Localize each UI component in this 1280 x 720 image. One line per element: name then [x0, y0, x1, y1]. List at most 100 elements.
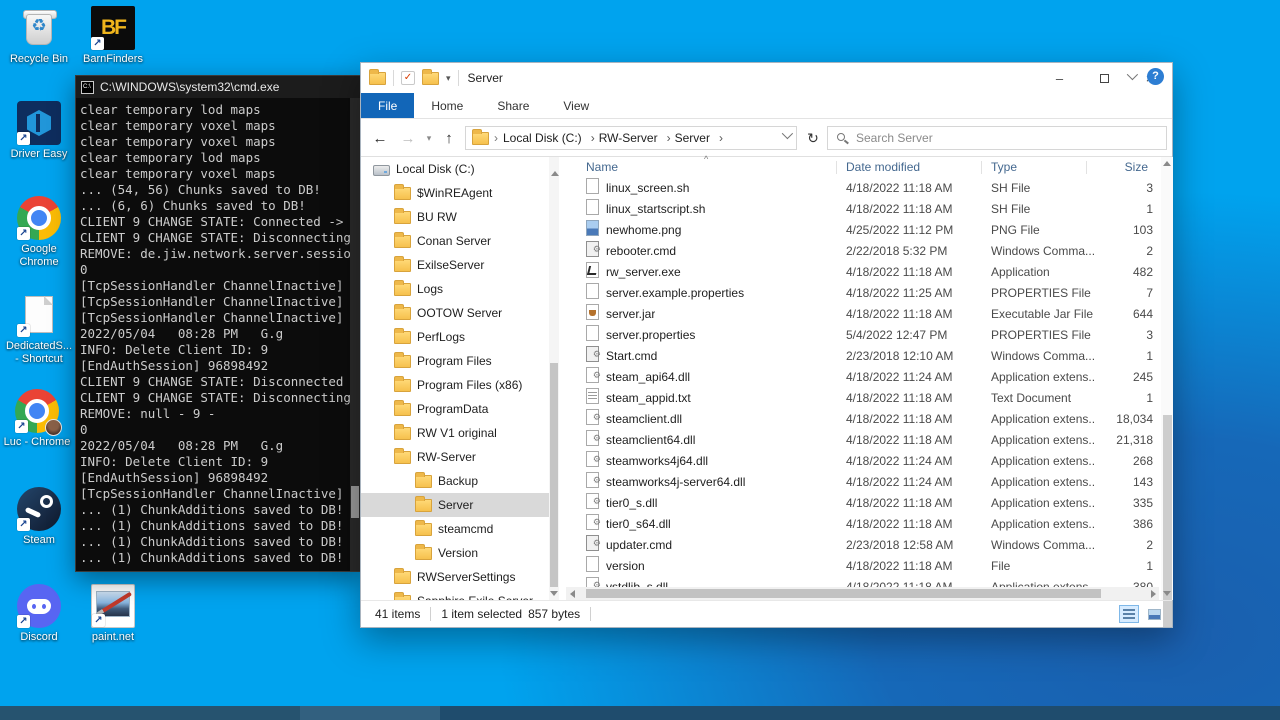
search-input[interactable] — [828, 127, 1166, 149]
file-row[interactable]: linux_screen.sh 4/18/2022 11:18 AM SH Fi… — [566, 178, 1161, 199]
details-view-icon — [1123, 609, 1135, 620]
file-row[interactable]: steam_appid.txt 4/18/2022 11:18 AM Text … — [566, 388, 1161, 409]
file-row[interactable]: rw_server.exe 4/18/2022 11:18 AM Applica… — [566, 262, 1161, 283]
file-name: steam_api64.dll — [606, 367, 690, 388]
refresh-button[interactable]: ↻ — [801, 119, 825, 157]
cmd-scrollbar-thumb[interactable] — [351, 486, 359, 518]
thumbnails-view-button[interactable] — [1144, 605, 1164, 623]
column-header-date[interactable]: Date modified — [846, 157, 920, 178]
maximize-button[interactable] — [1082, 63, 1127, 93]
tree-item[interactable]: steamcmd — [361, 517, 549, 541]
tree-item[interactable]: Server — [361, 493, 549, 517]
tree-item[interactable]: ExilseServer — [361, 253, 549, 277]
scroll-up-icon[interactable] — [1161, 157, 1173, 170]
address-dropdown-icon[interactable] — [782, 128, 793, 139]
column-header-type[interactable]: Type — [991, 157, 1017, 178]
tree-scrollbar-thumb[interactable] — [550, 363, 558, 587]
horizontal-scrollbar[interactable] — [566, 587, 1159, 600]
tree-item[interactable]: OOTOW Server — [361, 301, 549, 325]
help-icon[interactable]: ? — [1147, 68, 1164, 85]
qat-properties-button[interactable]: ✓ — [401, 71, 415, 85]
tree-item[interactable]: BU RW — [361, 205, 549, 229]
scroll-down-icon[interactable] — [1161, 587, 1173, 600]
qat-new-folder-button[interactable] — [422, 72, 439, 85]
desktop-icon[interactable]: Luc - Chrome — [3, 389, 71, 449]
desktop-icon[interactable]: Google Chrome — [5, 196, 73, 269]
qat-customize-dropdown[interactable]: ▾ — [446, 73, 451, 84]
tree-item[interactable]: Local Disk (C:) — [361, 157, 549, 181]
file-row[interactable]: version 4/18/2022 11:18 AM File 1 — [566, 556, 1161, 577]
scroll-up-icon[interactable] — [551, 157, 559, 171]
scroll-left-icon[interactable] — [566, 587, 578, 600]
file-name: linux_screen.sh — [606, 178, 689, 199]
file-type: Application extens... — [991, 472, 1094, 493]
up-button[interactable]: ↑ — [437, 119, 461, 157]
ribbon-tab[interactable]: File — [361, 93, 414, 118]
details-view-button[interactable] — [1119, 605, 1139, 623]
cmd-titlebar[interactable]: C:\WINDOWS\system32\cmd.exe — [76, 76, 360, 98]
tree-item[interactable]: RW V1 original — [361, 421, 549, 445]
ribbon-tab[interactable]: Share — [480, 93, 546, 118]
file-row[interactable]: steamclient.dll 4/18/2022 11:18 AM Appli… — [566, 409, 1161, 430]
column-header-name[interactable]: Name — [586, 157, 618, 178]
tree-item[interactable]: Program Files — [361, 349, 549, 373]
explorer-titlebar[interactable]: ✓ ▾ Server – × — [361, 63, 1172, 93]
file-row[interactable]: linux_startscript.sh 4/18/2022 11:18 AM … — [566, 199, 1161, 220]
ribbon-tab[interactable]: Home — [414, 93, 480, 118]
tree-item[interactable]: Program Files (x86) — [361, 373, 549, 397]
file-row[interactable]: server.example.properties 4/18/2022 11:2… — [566, 283, 1161, 304]
address-bar[interactable]: › Local Disk (C:) RW-Server Server — [465, 126, 797, 150]
file-row[interactable]: steamclient64.dll 4/18/2022 11:18 AM App… — [566, 430, 1161, 451]
desktop-icon[interactable]: Recycle Bin — [5, 6, 73, 66]
tree-scrollbar[interactable] — [549, 157, 559, 587]
file-row[interactable]: newhome.png 4/25/2022 11:12 PM PNG File … — [566, 220, 1161, 241]
file-row[interactable]: tier0_s.dll 4/18/2022 11:18 AM Applicati… — [566, 493, 1161, 514]
cmd-scrollbar[interactable] — [350, 98, 360, 571]
forward-button[interactable]: → — [395, 119, 421, 157]
scroll-right-icon[interactable] — [1147, 587, 1159, 600]
file-row[interactable]: updater.cmd 2/23/2018 12:58 AM Windows C… — [566, 535, 1161, 556]
file-type: Application extens... — [991, 514, 1094, 535]
file-row[interactable]: server.jar 4/18/2022 11:18 AM Executable… — [566, 304, 1161, 325]
tree-item[interactable]: Backup — [361, 469, 549, 493]
breadcrumb-item[interactable]: RW-Server — [599, 131, 675, 145]
tree-item[interactable]: RW-Server — [361, 445, 549, 469]
tree-scroll-down[interactable] — [549, 587, 559, 600]
tree-item[interactable]: Version — [361, 541, 549, 565]
desktop-icon[interactable]: Discord — [5, 584, 73, 644]
file-row[interactable]: tier0_s64.dll 4/18/2022 11:18 AM Applica… — [566, 514, 1161, 535]
desktop-icon[interactable]: BF BarnFinders — [79, 6, 147, 66]
ribbon-tab[interactable]: View — [546, 93, 606, 118]
minimize-button[interactable]: – — [1037, 63, 1082, 93]
column-separator[interactable] — [981, 161, 982, 174]
breadcrumb-item[interactable]: Local Disk (C:) — [503, 131, 599, 145]
tree-item[interactable]: $WinREAgent — [361, 181, 549, 205]
file-row[interactable]: server.properties 5/4/2022 12:47 PM PROP… — [566, 325, 1161, 346]
file-row[interactable]: Start.cmd 2/23/2018 12:10 AM Windows Com… — [566, 346, 1161, 367]
file-row[interactable]: rebooter.cmd 2/22/2018 5:32 PM Windows C… — [566, 241, 1161, 262]
tree-item[interactable]: Logs — [361, 277, 549, 301]
tree-item[interactable]: Sapphire Exile Server — [361, 589, 549, 600]
file-row[interactable]: steamworks4j-server64.dll 4/18/2022 11:2… — [566, 472, 1161, 493]
tree-item[interactable]: RWServerSettings — [361, 565, 549, 589]
explorer-window: ✓ ▾ Server – × File Home Share View ? ← … — [360, 62, 1173, 628]
file-row[interactable]: steamworks4j64.dll 4/18/2022 11:24 AM Ap… — [566, 451, 1161, 472]
desktop-icon[interactable]: paint.net — [79, 584, 147, 644]
column-separator[interactable] — [836, 161, 837, 174]
breadcrumb-item[interactable]: Server — [675, 131, 727, 145]
file-row[interactable]: steam_api64.dll 4/18/2022 11:24 AM Appli… — [566, 367, 1161, 388]
expand-ribbon-icon[interactable] — [1127, 69, 1138, 80]
recent-locations-dropdown[interactable]: ▾ — [421, 119, 437, 157]
tree-item[interactable]: ProgramData — [361, 397, 549, 421]
taskbar[interactable] — [0, 706, 1280, 720]
horizontal-scrollbar-thumb[interactable] — [586, 589, 1101, 598]
column-separator[interactable] — [1086, 161, 1087, 174]
back-button[interactable]: ← — [367, 119, 393, 157]
desktop-icon[interactable]: Driver Easy — [5, 101, 73, 161]
desktop-icon[interactable]: Steam — [5, 487, 73, 547]
tree-item[interactable]: Conan Server — [361, 229, 549, 253]
desktop-icon[interactable]: DedicatedS... - Shortcut — [5, 293, 73, 366]
column-header-size[interactable]: Size — [1096, 157, 1148, 178]
vertical-scrollbar[interactable] — [1161, 157, 1173, 600]
tree-item[interactable]: PerfLogs — [361, 325, 549, 349]
